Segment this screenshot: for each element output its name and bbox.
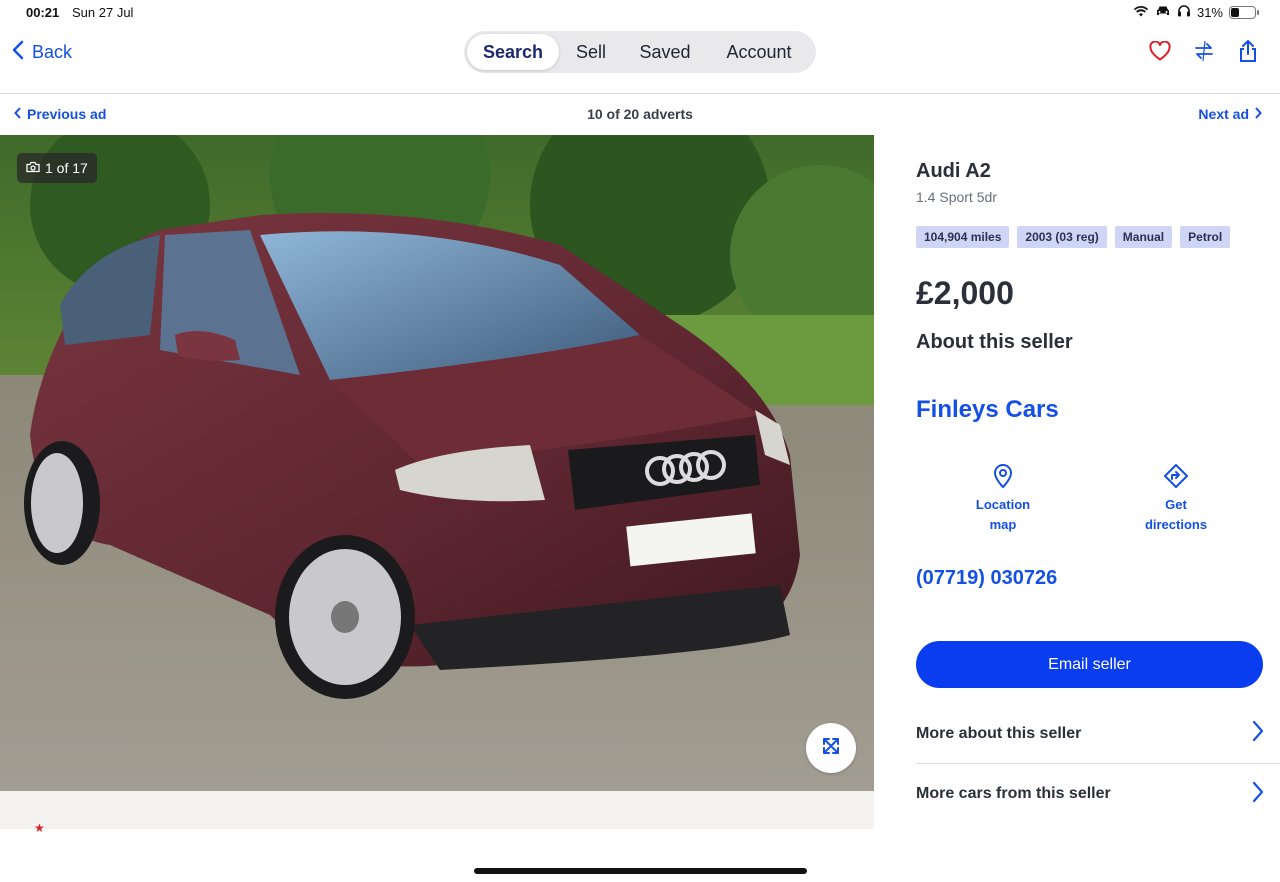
more-about-seller-row[interactable]: More about this seller [916, 704, 1280, 764]
seller-phone-link[interactable]: (07719) 030726 [916, 567, 1057, 590]
car-photo [0, 135, 874, 791]
about-seller-heading: About this seller [916, 331, 1073, 353]
status-date: Sun 27 Jul [72, 5, 134, 20]
compare-icon[interactable] [1192, 38, 1216, 64]
tab-search[interactable]: Search [467, 34, 559, 70]
photo-gallery[interactable]: 1 of 17 [0, 135, 874, 791]
more-cars-row[interactable]: More cars from this seller [916, 764, 1280, 824]
tab-account[interactable]: Account [707, 34, 811, 70]
status-bar: 00:21 Sun 27 Jul 31% [0, 0, 1280, 26]
listing-subtitle: 1.4 Sport 5dr [916, 189, 997, 205]
home-indicator[interactable] [474, 868, 807, 874]
location-label-1: Location [975, 497, 1031, 512]
more-cars-label: More cars from this seller [916, 785, 1111, 802]
directions-icon [1116, 461, 1236, 491]
heart-icon[interactable] [1148, 38, 1172, 64]
location-map-button[interactable]: Location map [943, 461, 1063, 535]
expand-icon [821, 736, 841, 761]
directions-label-2: directions [1144, 517, 1208, 532]
nav-actions [1148, 38, 1260, 64]
tab-saved[interactable]: Saved [623, 34, 707, 70]
chevron-right-icon [1252, 781, 1264, 808]
star-icon: ★ [34, 821, 45, 835]
spec-chips: 104,904 miles 2003 (03 reg) Manual Petro… [916, 226, 1231, 248]
back-label: Back [32, 42, 73, 62]
battery-percent: 31% [1196, 4, 1223, 20]
chevron-right-icon [1252, 720, 1264, 747]
location-label-2: map [989, 517, 1017, 532]
fullscreen-button[interactable] [806, 723, 856, 773]
wifi-icon [1133, 5, 1149, 20]
photo-counter: 1 of 17 [17, 153, 97, 183]
spec-chip-fuel: Petrol [1180, 226, 1231, 248]
next-ad-link[interactable]: Next ad [1198, 106, 1262, 122]
main-tabs: Search Sell Saved Account [464, 31, 816, 73]
car-icon [1155, 5, 1171, 20]
chevron-left-icon [12, 40, 24, 65]
advert-pager: Previous ad 10 of 20 adverts Next ad [0, 95, 1280, 135]
get-directions-button[interactable]: Get directions [1116, 461, 1236, 535]
directions-label-1: Get [1165, 497, 1187, 512]
listing-title: Audi A2 [916, 160, 991, 182]
top-navigation: Back Search Sell Saved Account [0, 26, 1280, 94]
listing-price: £2,000 [916, 275, 1014, 311]
tab-sell[interactable]: Sell [559, 34, 623, 70]
location-pin-icon [943, 461, 1063, 491]
photo-counter-text: 1 of 17 [45, 160, 88, 176]
spec-chip-mileage: 104,904 miles [916, 226, 1010, 248]
status-right: 31% [1133, 4, 1259, 20]
status-time: 00:21 [26, 5, 60, 20]
battery-icon [1229, 5, 1259, 19]
spec-chip-year: 2003 (03 reg) [1017, 226, 1107, 248]
headphones-icon [1177, 4, 1191, 20]
seller-name-link[interactable]: Finleys Cars [916, 396, 1059, 424]
camera-icon [26, 160, 40, 176]
spec-chip-gearbox: Manual [1114, 226, 1173, 248]
share-icon[interactable] [1236, 38, 1260, 64]
advert-count: 10 of 20 adverts [587, 106, 693, 122]
chevron-right-icon [1254, 106, 1262, 122]
back-button[interactable]: Back [12, 40, 72, 65]
gallery-footer: ★ [0, 791, 874, 835]
more-about-seller-label: More about this seller [916, 724, 1082, 742]
email-seller-button[interactable]: Email seller [916, 641, 1263, 688]
next-ad-label: Next ad [1198, 106, 1249, 122]
